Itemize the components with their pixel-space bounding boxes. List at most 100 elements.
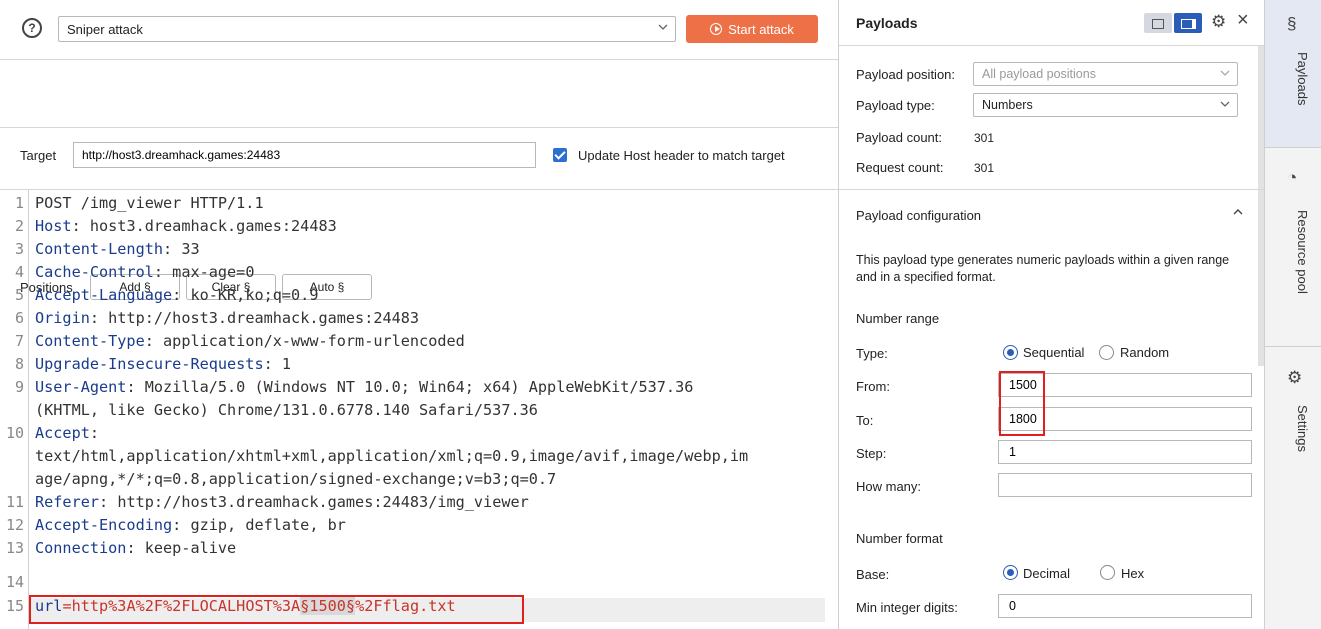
header-key: User-Agent [35,378,127,396]
side-tab-resource-pool[interactable]: ◔ Resource pool [1265,152,1321,347]
chevron-down-icon [1219,67,1230,77]
section-sign-icon: § [1287,14,1297,33]
attack-type-bar: ? Sniper attack Start attack [0,0,838,60]
header-value: gzip, deflate, br [181,516,346,534]
line-number: 12 [5,516,24,534]
header-key: Host [35,217,72,235]
number-range-heading: Number range [856,311,940,326]
payload-type-select[interactable]: Numbers [973,93,1238,117]
payload-type-value: Numbers [982,98,1033,112]
header-line: User-Agent: Mozilla/5.0 (Windows NT 10.0… [35,378,694,396]
line-number: 13 [5,539,24,557]
header-key: Content-Type [35,332,145,350]
highlight-annotation-box [999,371,1045,436]
header-continuation: text/html,application/xhtml+xml,applicat… [35,447,749,465]
help-icon[interactable]: ? [22,18,42,38]
range-type-label: Type: [856,346,888,361]
line-number: 14 [5,573,24,591]
sequential-label: Sequential [1023,345,1085,360]
start-attack-label: Start attack [728,21,794,37]
chevron-down-icon [657,21,668,31]
attack-config-pane: ? Sniper attack Start attack Target Upda… [0,0,838,629]
side-tab-bar: § Payloads ◔ Resource pool ⚙ Settings [1264,0,1321,629]
header-value: Mozilla/5.0 (Windows NT 10.0; Win64; x64… [135,378,694,396]
payload-config-title: Payload configuration [856,208,982,223]
line-number: 4 [14,263,24,281]
random-radio[interactable] [1099,345,1114,360]
request-editor[interactable]: 1 2 3 4 5 6 7 8 9 10 11 12 13 14 15 POST… [0,190,838,629]
header-value: application/x-www-form-urlencoded [153,332,465,350]
hex-radio[interactable] [1100,565,1115,580]
min-integer-digits-input[interactable] [998,594,1252,618]
min-integer-digits-label: Min integer digits: [856,600,958,615]
side-tab-payloads[interactable]: § Payloads [1265,0,1321,148]
line-number: 11 [5,493,24,511]
header-line: Accept-Language: ko-KR,ko;q=0.9 [35,286,319,304]
editor-gutter [28,190,29,629]
how-many-input[interactable] [998,473,1252,497]
payload-position-value: All payload positions [982,67,1096,81]
line-number: 5 [14,286,24,304]
header-key: Upgrade-Insecure-Requests [35,355,264,373]
side-tab-payloads-label: Payloads [1295,52,1310,106]
header-value: http://host3.dreamhack.games:24483 [99,309,420,327]
payload-config-description: This payload type generates numeric payl… [856,253,1230,284]
line-number: 7 [14,332,24,350]
request-count-value: 301 [974,161,995,175]
line-number: 9 [14,378,24,396]
header-value: keep-alive [135,539,237,557]
header-key: Accept-Encoding [35,516,173,534]
line-number: 8 [14,355,24,373]
header-line: Connection: keep-alive [35,539,237,557]
payload-position-select[interactable]: All payload positions [973,62,1238,86]
line-number: 2 [14,217,24,235]
gear-icon: ⚙ [1287,368,1303,387]
number-format-heading: Number format [856,531,943,546]
side-tab-settings-label: Settings [1295,405,1310,452]
payload-type-label: Payload type: [856,98,935,113]
positions-bar: Positions Add § Clear § Auto § [0,128,838,300]
side-tab-resource-pool-label: Resource pool [1295,210,1310,294]
header-key: Accept-Language [35,286,173,304]
layout-horizontal-icon[interactable] [1144,13,1172,33]
layout-vertical-icon[interactable] [1174,13,1202,33]
request-count-label: Request count: [856,160,944,175]
start-attack-button[interactable]: Start attack [686,15,818,43]
close-icon[interactable]: × [1237,9,1249,32]
chevron-down-icon [1219,98,1230,108]
side-tab-settings[interactable]: ⚙ Settings [1265,350,1321,480]
attack-type-value: Sniper attack [67,22,143,37]
header-line: Content-Length: 33 [35,240,200,258]
divider [839,189,1265,190]
sequential-radio[interactable] [1003,345,1018,360]
pie-chart-icon: ◔ [1287,168,1298,187]
decimal-radio[interactable] [1003,565,1018,580]
target-bar: Target Update Host header to match targe… [0,60,838,168]
step-input[interactable] [998,440,1252,464]
header-value: 33 [172,240,200,258]
header-line: Host: host3.dreamhack.games:24483 [35,217,337,235]
attack-type-select[interactable]: Sniper attack [58,16,676,42]
line-number: 6 [14,309,24,327]
payload-position-label: Payload position: [856,67,956,82]
chevron-up-icon[interactable] [1232,205,1244,221]
header-value: max-age=0 [163,263,255,281]
line-number: 15 [5,597,24,615]
header-key: Referer [35,493,100,511]
line-number: 10 [5,424,24,442]
header-key: Connection [35,539,127,557]
payload-count-label: Payload count: [856,130,943,145]
header-line: Accept: [35,424,100,442]
how-many-label: How many: [856,479,922,494]
panel-title: Payloads [856,15,918,31]
header-continuation: age/apng,*/*;q=0.8,application/signed-ex… [35,470,557,488]
header-line: Upgrade-Insecure-Requests: 1 [35,355,292,373]
line-number: 1 [14,194,24,212]
gear-icon[interactable]: ⚙ [1211,12,1226,32]
layout-toggle[interactable] [1144,13,1202,33]
header-value: ko-KR,ko;q=0.9 [181,286,319,304]
line-number: 3 [14,240,24,258]
decimal-label: Decimal [1023,566,1070,581]
random-label: Random [1120,345,1170,360]
request-line: POST /img_viewer HTTP/1.1 [35,194,264,212]
